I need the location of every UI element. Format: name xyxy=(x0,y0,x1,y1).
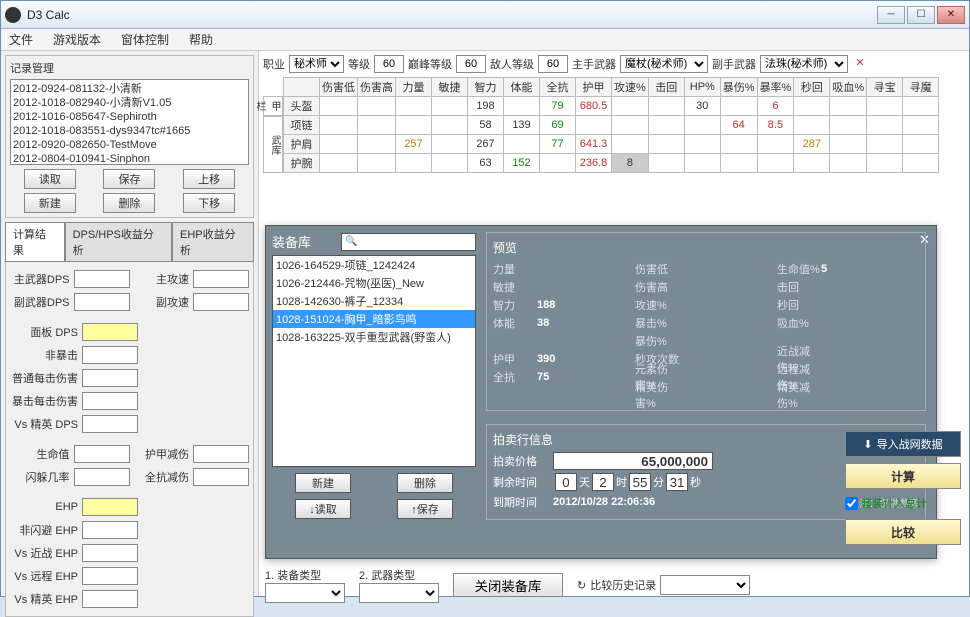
minimize-button[interactable]: ─ xyxy=(877,6,905,24)
close-library-button[interactable]: 关闭装备库 xyxy=(453,573,563,597)
record-item[interactable]: 2012-1018-082940-小清新V1.05 xyxy=(13,96,246,110)
equip-type-select[interactable] xyxy=(265,583,345,603)
off-spd-input[interactable] xyxy=(193,293,249,311)
level-input[interactable] xyxy=(374,55,404,73)
menubar: 文件 游戏版本 窗体控制 帮助 xyxy=(1,29,969,51)
main-spd-input[interactable] xyxy=(193,270,249,288)
calculate-button[interactable]: 计算 xyxy=(845,463,961,489)
main-dps-input[interactable] xyxy=(74,270,130,288)
record-management-group: 记录管理 2012-0924-081132-小清新2012-1018-08294… xyxy=(5,55,254,218)
off-dps-input[interactable] xyxy=(74,293,130,311)
library-item[interactable]: 1028-142630-裤子_12334 xyxy=(273,292,475,310)
result-tabs: 计算结果 DPS/HPS收益分析 EHP收益分析 xyxy=(5,222,254,262)
hours-input[interactable] xyxy=(592,473,614,491)
delete-button[interactable]: 删除 xyxy=(103,193,155,213)
group-weapon: 武库 xyxy=(263,116,283,173)
auction-price-input[interactable] xyxy=(553,452,713,470)
record-list[interactable]: 2012-0924-081132-小清新2012-1018-082940-小清新… xyxy=(10,79,249,165)
refresh-icon[interactable]: ↻ xyxy=(577,579,586,592)
group-armor: 甲栏 xyxy=(263,96,283,116)
dodge-input[interactable] xyxy=(74,468,130,486)
library-item[interactable]: 1026-164529-项链_1242424 xyxy=(273,256,475,274)
history-select[interactable] xyxy=(660,575,750,595)
import-icon: ⬇ xyxy=(863,438,872,451)
record-title: 记录管理 xyxy=(10,60,249,76)
maximize-button[interactable]: ☐ xyxy=(907,6,935,24)
equipment-list[interactable]: 1026-164529-项链_12424241026-212446-咒物(巫医)… xyxy=(272,255,476,467)
tab-ehp[interactable]: EHP收益分析 xyxy=(172,222,254,261)
weapon-type-select[interactable] xyxy=(359,583,439,603)
menu-window[interactable]: 窗体控制 xyxy=(121,31,169,48)
menu-version[interactable]: 游戏版本 xyxy=(53,31,101,48)
modal-load-button[interactable]: ↓读取 xyxy=(295,499,351,519)
app-icon xyxy=(5,7,21,23)
menu-help[interactable]: 帮助 xyxy=(189,31,213,48)
move-down-button[interactable]: 下移 xyxy=(183,193,235,213)
equipment-library-modal: ✕ 装备库 1026-164529-项链_12424241026-212446-… xyxy=(265,225,937,559)
armor-red-input[interactable] xyxy=(193,445,249,463)
window-title: D3 Calc xyxy=(27,8,875,22)
record-item[interactable]: 2012-0924-081132-小清新 xyxy=(13,82,246,96)
vs-melee-ehp-input[interactable] xyxy=(82,544,138,562)
modal-new-button[interactable]: 新建 xyxy=(295,473,351,493)
titlebar: D3 Calc ─ ☐ ✕ xyxy=(1,1,969,29)
paragon-input[interactable] xyxy=(456,55,486,73)
class-select[interactable]: 秘术师 xyxy=(289,55,344,73)
record-item[interactable]: 2012-0804-010941-Sinphon xyxy=(13,152,246,165)
compare-button[interactable]: 比较 xyxy=(845,519,961,545)
preview-panel: 预览 力量敏捷智力188体能38护甲390全抗75伤害低伤害高攻速%暴击%暴伤%… xyxy=(486,232,926,411)
set-bonus-checkbox[interactable] xyxy=(845,497,858,510)
move-up-button[interactable]: 上移 xyxy=(183,169,235,189)
days-input[interactable] xyxy=(555,473,577,491)
modal-save-button[interactable]: ↑保存 xyxy=(397,499,453,519)
record-item[interactable]: 2012-0920-082650-TestMove xyxy=(13,138,246,152)
tab-dps-hps[interactable]: DPS/HPS收益分析 xyxy=(65,222,172,261)
vs-ranged-ehp-input[interactable] xyxy=(82,567,138,585)
clear-offhand-icon[interactable]: ✕ xyxy=(852,56,868,72)
life-input[interactable] xyxy=(74,445,130,463)
noncrit-input[interactable] xyxy=(82,346,138,364)
library-item[interactable]: 1026-212446-咒物(巫医)_New xyxy=(273,274,475,292)
bottom-row: 1. 装备类型 2. 武器类型 关闭装备库 ↻ 比较历史记录 xyxy=(265,567,825,603)
crit-dmg-input[interactable] xyxy=(82,392,138,410)
nododge-ehp-input[interactable] xyxy=(82,521,138,539)
library-item[interactable]: 1028-151024-胸甲_暗影鸟鸣 xyxy=(273,310,475,328)
equipment-grid[interactable]: 伤害低伤害高力量敏捷智力体能全抗护甲攻速%击回HP%暴伤%暴率%秒回吸血%寻宝寻… xyxy=(283,77,939,173)
tab-results[interactable]: 计算结果 xyxy=(5,222,65,261)
enemy-level-input[interactable] xyxy=(538,55,568,73)
top-controls: 职业 秘术师 等级 巅峰等级 敌人等级 主手武器 魔杖(秘术师) 副手武器 法珠… xyxy=(263,55,965,73)
load-button[interactable]: 读取 xyxy=(24,169,76,189)
allres-red-input[interactable] xyxy=(193,468,249,486)
panel-dps-input[interactable] xyxy=(82,323,138,341)
new-button[interactable]: 新建 xyxy=(24,193,76,213)
library-item[interactable]: 1028-163225-双手重型武器(野蛮人) xyxy=(273,328,475,346)
ehp-input[interactable] xyxy=(82,498,138,516)
import-button[interactable]: ⬇ 导入战网数据 xyxy=(845,431,961,457)
record-item[interactable]: 2012-1018-083551-dys9347tc#1665 xyxy=(13,124,246,138)
mainhand-select[interactable]: 魔杖(秘术师) xyxy=(620,55,708,73)
close-button[interactable]: ✕ xyxy=(937,6,965,24)
offhand-select[interactable]: 法珠(秘术师) xyxy=(760,55,848,73)
record-item[interactable]: 2012-1016-085647-Sephiroth xyxy=(13,110,246,124)
vs-elite-ehp-input[interactable] xyxy=(82,590,138,608)
save-button[interactable]: 保存 xyxy=(103,169,155,189)
modal-delete-button[interactable]: 删除 xyxy=(397,473,453,493)
search-input[interactable] xyxy=(341,233,476,251)
seconds-input[interactable] xyxy=(666,473,688,491)
modal-title: 装备库 xyxy=(272,232,311,251)
vs-elite-dps-input[interactable] xyxy=(82,415,138,433)
expire-time: 2012/10/28 22:06:36 xyxy=(553,496,655,508)
menu-file[interactable]: 文件 xyxy=(9,31,33,48)
minutes-input[interactable] xyxy=(629,473,651,491)
normal-dmg-input[interactable] xyxy=(82,369,138,387)
